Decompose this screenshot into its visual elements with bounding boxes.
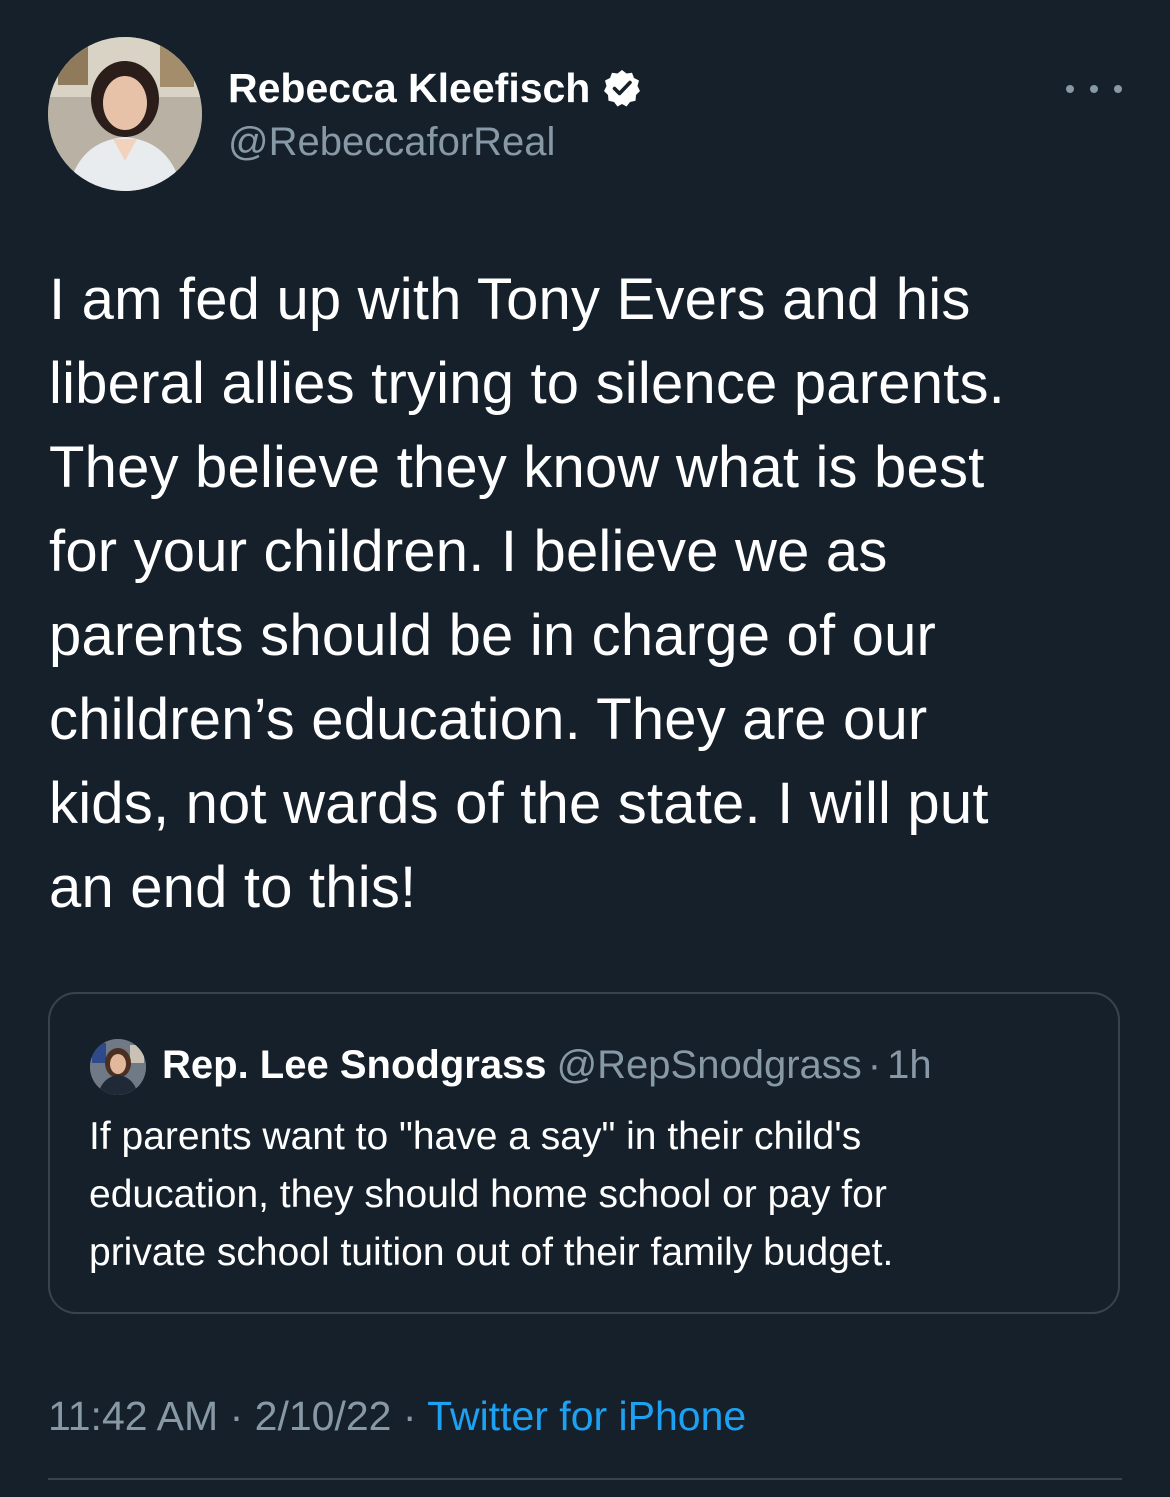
tweet-time[interactable]: 11:42 AM: [48, 1393, 218, 1439]
verified-badge-icon: [602, 68, 642, 108]
more-options-button[interactable]: [1066, 74, 1122, 104]
author-avatar[interactable]: [48, 37, 202, 191]
quoted-text-line: education, they should home school or pa…: [89, 1173, 887, 1216]
tweet-text-line: I am fed up with Tony Evers and his: [49, 267, 971, 332]
tweet-text-line: an end to this!: [49, 855, 417, 920]
quoted-tweet-card[interactable]: Rep. Lee Snodgrass @RepSnodgrass · 1h If pa…: [48, 992, 1120, 1314]
quoted-author-name: Rep. Lee Snodgrass: [162, 1043, 547, 1087]
more-horizontal-icon: [1114, 85, 1122, 93]
quoted-text-line: If parents want to "have a say" in their…: [89, 1115, 862, 1158]
quoted-separator: ·: [867, 1043, 882, 1087]
divider: [48, 1478, 1122, 1480]
tweet-text-line: children’s education. They are our: [49, 687, 928, 752]
tweet-date[interactable]: 2/10/22: [255, 1393, 392, 1439]
quoted-tweet-header: Rep. Lee Snodgrass @RepSnodgrass · 1h: [162, 1040, 932, 1090]
more-horizontal-icon: [1066, 85, 1074, 93]
author-name-row[interactable]: Rebecca Kleefisch: [228, 64, 642, 112]
tweet-text-line: parents should be in charge of our: [49, 603, 937, 668]
tweet-source-link[interactable]: Twitter for iPhone: [427, 1393, 746, 1439]
quoted-text-line: private school tuition out of their fami…: [89, 1231, 894, 1274]
quoted-timestamp: 1h: [887, 1043, 932, 1087]
tweet-text: I am fed up with Tony Evers and his libe…: [49, 258, 1129, 930]
tweet-meta: 11:42 AM · 2/10/22 · Twitter for iPhone: [48, 1390, 746, 1442]
meta-separator: ·: [402, 1393, 417, 1439]
tweet-text-line: for your children. I believe we as: [49, 519, 888, 584]
quoted-author-handle: @RepSnodgrass: [556, 1043, 862, 1087]
author-handle[interactable]: @RebeccaforReal: [228, 118, 555, 166]
quoted-tweet-text: If parents want to "have a say" in their…: [89, 1108, 1099, 1282]
more-horizontal-icon: [1090, 85, 1098, 93]
meta-separator: ·: [229, 1393, 244, 1439]
tweet-text-line: liberal allies trying to silence parents…: [49, 351, 1005, 416]
tweet-text-line: kids, not wards of the state. I will put: [49, 771, 989, 836]
author-name[interactable]: Rebecca Kleefisch: [228, 64, 590, 112]
tweet-text-line: They believe they know what is best: [49, 435, 985, 500]
quoted-author-avatar: [90, 1039, 146, 1095]
